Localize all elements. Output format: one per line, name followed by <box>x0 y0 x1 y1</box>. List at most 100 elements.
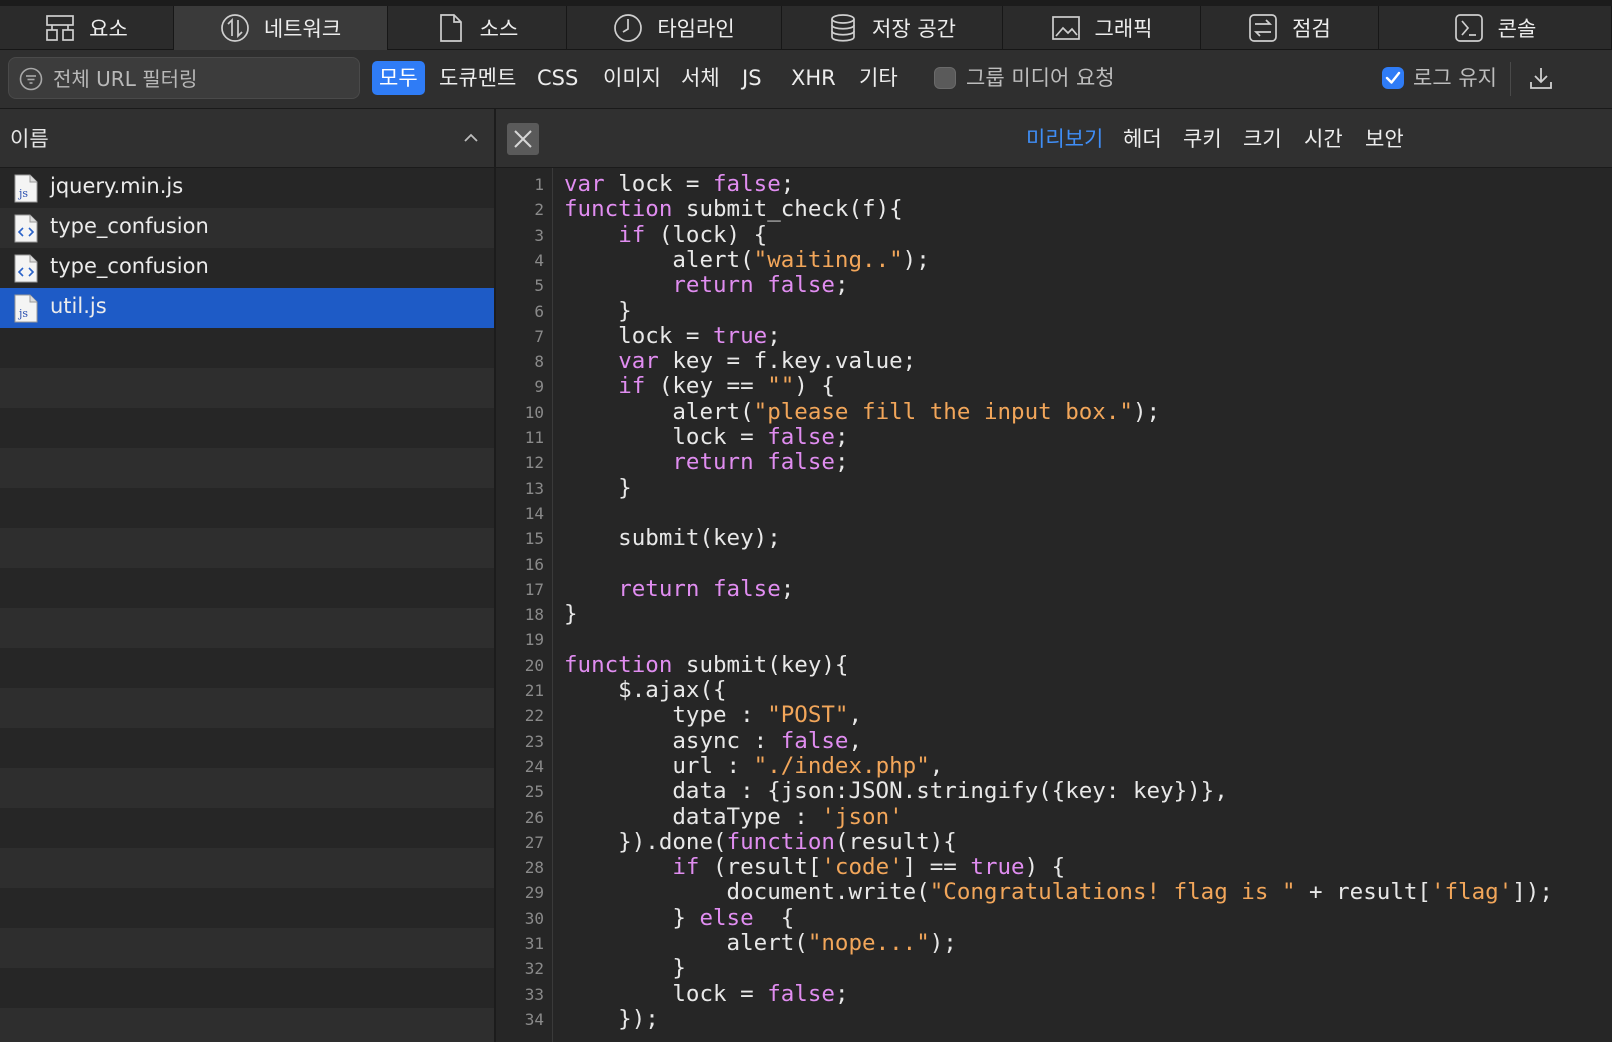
tab-clock[interactable]: 타임라인 <box>567 6 782 50</box>
code-line: if (lock) { <box>618 221 768 248</box>
html-file-icon <box>14 214 38 243</box>
detail-tab[interactable]: 시간 <box>1304 123 1343 153</box>
empty-row <box>0 888 494 928</box>
line-number: 8 <box>534 352 544 372</box>
group-media-label: 그룹 미디어 요청 <box>966 66 1115 90</box>
line-number: 21 <box>524 681 544 700</box>
empty-row <box>0 608 494 648</box>
tab-database[interactable]: 저장 공간 <box>782 6 1003 50</box>
close-button[interactable] <box>507 123 539 155</box>
empty-row <box>0 848 494 888</box>
line-number: 16 <box>524 554 544 574</box>
code-line: } <box>564 601 578 628</box>
filter-icon <box>19 67 43 91</box>
export-icon[interactable] <box>1528 65 1554 91</box>
line-number: 26 <box>524 807 544 827</box>
url-filter-field[interactable] <box>8 57 360 99</box>
name-column-header[interactable]: 이름 <box>0 109 494 168</box>
code-preview[interactable]: 1 2 3 4 5 6 7 8 9 10 11 12 13 14 15 16 17 18 19 20 21 22 23 24 2… <box>496 168 1612 1042</box>
checkmark-icon <box>1385 71 1401 84</box>
console-icon <box>1454 14 1483 42</box>
empty-row <box>0 648 494 688</box>
file-row[interactable]: type_confusion <box>0 208 494 248</box>
detail-tab[interactable]: 크기 <box>1243 123 1282 153</box>
svg-text:js: js <box>17 187 28 200</box>
group-media-checkbox[interactable] <box>934 67 956 89</box>
line-number: 10 <box>524 402 544 422</box>
detail-tab[interactable]: 쿠키 <box>1183 123 1222 153</box>
code-line: } <box>564 297 632 324</box>
empty-row <box>0 728 494 768</box>
filter-type-button[interactable]: CSS <box>530 61 585 95</box>
code-line: data : {json:JSON.stringify({key: key})}… <box>564 778 1228 805</box>
url-filter-input[interactable] <box>51 61 355 97</box>
code-line: var key = f.key.value; <box>618 348 917 375</box>
tab-audit[interactable]: 점검 <box>1201 6 1379 50</box>
filter-type-button[interactable]: 기타 <box>852 61 905 95</box>
file-row[interactable]: js jquery.min.js <box>0 168 494 208</box>
line-number: 34 <box>524 1009 544 1029</box>
detail-header: 미리보기 헤더 쿠키 크기 시간 보안 <box>496 109 1612 168</box>
filter-type-button[interactable]: 도큐멘트 <box>432 61 523 95</box>
filter-type-button[interactable]: 모두 <box>372 61 425 95</box>
line-number: 20 <box>524 655 544 675</box>
js-file-icon: js <box>14 294 38 323</box>
code-line: return false; <box>672 272 849 299</box>
svg-text:js: js <box>17 307 28 320</box>
name-column-label: 이름 <box>10 127 49 151</box>
database-icon <box>831 14 855 42</box>
line-number: 17 <box>524 579 544 599</box>
tab-network[interactable]: 네트워크 <box>174 6 388 50</box>
js-file-icon: js <box>14 174 38 203</box>
network-icon <box>221 14 249 42</box>
filter-type-button[interactable]: 서체 <box>674 61 727 95</box>
line-number: 9 <box>534 377 544 397</box>
network-filter-bar: 모두도큐멘트CSS 이미지서체JS XHR 기타 그룹 미디어 요청 로그 유지 <box>0 50 1612 109</box>
code-line: lock = false; <box>564 980 849 1007</box>
line-number: 18 <box>524 605 544 625</box>
line-number: 6 <box>534 301 544 321</box>
line-number: 29 <box>524 883 544 903</box>
file-name: type_confusion <box>50 214 209 238</box>
elements-icon <box>46 15 75 41</box>
empty-row <box>0 968 494 1008</box>
line-number: 22 <box>524 706 544 726</box>
file-row[interactable]: js util.js <box>0 288 494 328</box>
chevron-up-icon[interactable] <box>462 129 480 147</box>
tab-label: 소스 <box>479 17 519 41</box>
file-name: util.js <box>50 294 107 318</box>
line-number: 25 <box>524 782 544 802</box>
detail-tab[interactable]: 미리보기 <box>1026 123 1103 153</box>
empty-row <box>0 688 494 728</box>
tab-console[interactable]: 콘솔 <box>1379 6 1612 50</box>
tab-image[interactable]: 그래픽 <box>1003 6 1201 50</box>
code-line: lock = true; <box>564 322 781 349</box>
filter-type-button[interactable]: JS <box>735 61 769 95</box>
detail-tab[interactable]: 보안 <box>1365 123 1404 153</box>
code-line: if (key == "") { <box>618 373 835 400</box>
document-icon <box>439 14 462 42</box>
tab-document[interactable]: 소스 <box>388 6 567 50</box>
code-line: }); <box>564 1005 659 1032</box>
line-number: 13 <box>524 478 544 498</box>
tab-label: 요소 <box>89 17 128 41</box>
preserve-log-checkbox[interactable] <box>1382 67 1404 89</box>
empty-row <box>0 808 494 848</box>
line-number: 7 <box>534 326 544 346</box>
line-number: 3 <box>534 225 544 245</box>
preserve-log-label: 로그 유지 <box>1413 66 1497 90</box>
line-number: 2 <box>534 200 544 220</box>
line-number: 4 <box>534 250 544 270</box>
code-line: type : "POST", <box>564 702 863 729</box>
filter-type-button[interactable]: 이미지 <box>596 61 668 95</box>
tab-elements[interactable]: 요소 <box>0 6 174 50</box>
filter-type-button[interactable]: XHR <box>784 61 843 95</box>
file-row[interactable]: type_confusion <box>0 248 494 288</box>
resource-detail-panel: 미리보기 헤더 쿠키 크기 시간 보안 1 2 3 4 5 6 7 8 9 10 11 12 13 14 15 16 17… <box>496 109 1612 1042</box>
code-line: submit(key); <box>564 525 781 552</box>
empty-row <box>0 528 494 568</box>
detail-tab[interactable]: 헤더 <box>1123 123 1162 153</box>
code-line: url : "./index.php", <box>564 752 944 779</box>
code-line: } <box>564 474 632 501</box>
code-line: } <box>564 955 686 982</box>
